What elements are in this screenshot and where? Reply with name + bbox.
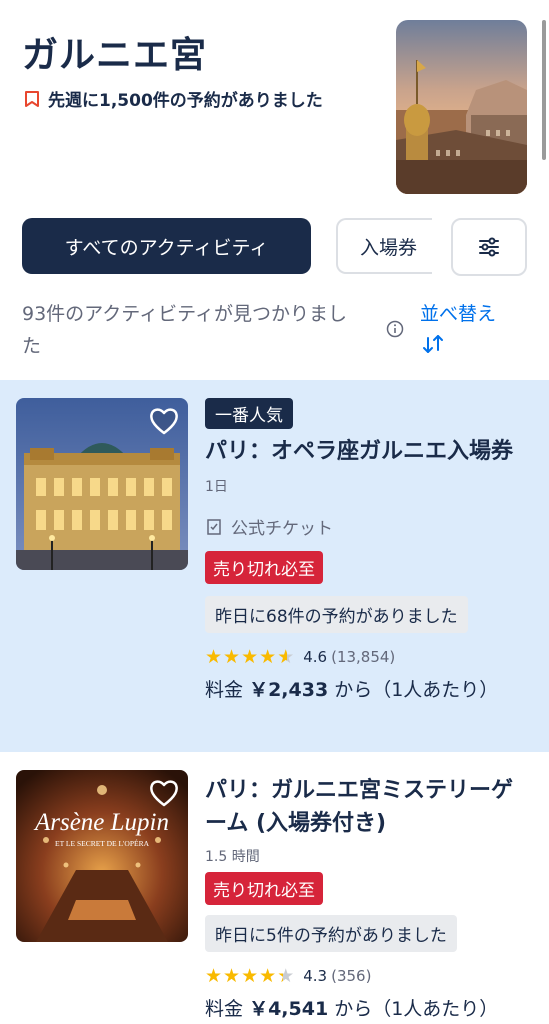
star-icon: ★ xyxy=(241,965,259,987)
star-rating: ★ ★ ★ ★ ★ xyxy=(205,647,295,667)
star-icon: ★ xyxy=(259,965,277,987)
star-icon: ★ xyxy=(205,965,223,987)
all-activities-chip[interactable]: すべてのアクティビティ xyxy=(22,218,311,274)
activity-title[interactable]: パリ：ガルニエ宮ミステリーゲーム (入場券付き) xyxy=(205,774,535,840)
price-suffix: から（1人あたり） xyxy=(334,998,499,1020)
activity-image[interactable]: Arsène Lupin ET LE SECRET DE L'OPÉRA xyxy=(16,770,188,942)
activity-title[interactable]: パリ：オペラ座ガルニエ入場券 xyxy=(205,435,535,468)
hero-image[interactable] xyxy=(396,20,527,194)
star-half-icon: ★ xyxy=(277,965,295,987)
rating: ★ ★ ★ ★ ★ 4.6 (13,854) xyxy=(205,647,535,667)
price: 料金 ￥4,541 から（1人あたり） xyxy=(205,994,535,1021)
activity-card[interactable]: Arsène Lupin ET LE SECRET DE L'OPÉRA パリ：… xyxy=(0,752,549,1024)
activity-duration: 1.5 時間 xyxy=(205,849,260,865)
official-ticket-icon xyxy=(207,518,221,535)
activity-details: 一番人気 パリ：オペラ座ガルニエ入場券 1日 公式チケット 売り切れ必至 昨日に… xyxy=(205,398,535,702)
star-icon: ★ xyxy=(223,646,241,668)
price: 料金 ￥2,433 から（1人あたり） xyxy=(205,675,535,702)
info-icon[interactable] xyxy=(386,320,404,338)
star-rating: ★ ★ ★ ★ ★ xyxy=(205,966,295,986)
heart-icon[interactable] xyxy=(148,406,180,436)
sort-button[interactable]: 並べ替え xyxy=(420,298,496,356)
page-title: ガルニエ宮 xyxy=(22,35,208,76)
sellout-badge: 売り切れ必至 xyxy=(205,872,323,905)
star-icon: ★ xyxy=(223,965,241,987)
activity-details: パリ：ガルニエ宮ミステリーゲーム (入場券付き) 1.5 時間 売り切れ必至 昨… xyxy=(205,774,535,1021)
price-suffix: から（1人あたり） xyxy=(334,679,499,701)
rating-value: 4.3 xyxy=(303,967,328,985)
filter-button[interactable] xyxy=(451,218,527,276)
star-icon: ★ xyxy=(205,646,223,668)
activity-duration: 1日 xyxy=(205,479,228,495)
heart-icon[interactable] xyxy=(148,778,180,808)
page-header: ガルニエ宮 先週に1,500件の予約がありました xyxy=(0,0,549,200)
star-icon: ★ xyxy=(259,646,277,668)
results-count: 93件のアクティビティが見つかりました xyxy=(22,303,347,357)
star-icon: ★ xyxy=(241,646,259,668)
star-half-icon: ★ xyxy=(277,646,295,668)
image-title-text: Arsène Lupin xyxy=(33,809,169,836)
sort-label: 並べ替え xyxy=(420,303,497,325)
rating: ★ ★ ★ ★ ★ 4.3 (356) xyxy=(205,966,535,986)
price-prefix: 料金 xyxy=(205,679,244,701)
activity-image[interactable] xyxy=(16,398,188,570)
top-seller-badge: 一番人気 xyxy=(205,398,293,429)
official-ticket-label: 公式チケット xyxy=(231,519,333,539)
booked-yesterday: 昨日に68件の予約がありました xyxy=(205,596,468,633)
review-count: (356) xyxy=(331,967,372,985)
weekly-bookings-text: 先週に1,500件の予約がありました xyxy=(48,91,323,111)
price-amount: ￥4,541 xyxy=(249,998,329,1020)
price-prefix: 料金 xyxy=(205,998,244,1020)
booked-yesterday: 昨日に5件の予約がありました xyxy=(205,915,457,952)
review-count: (13,854) xyxy=(331,648,396,666)
activity-card[interactable]: 一番人気 パリ：オペラ座ガルニエ入場券 1日 公式チケット 売り切れ必至 昨日に… xyxy=(0,380,549,752)
sort-arrows-icon xyxy=(423,335,443,353)
filter-bar: すべてのアクティビティ 入場券 xyxy=(0,218,549,276)
image-subtitle-text: ET LE SECRET DE L'OPÉRA xyxy=(55,838,150,848)
tickets-chip[interactable]: 入場券 xyxy=(336,218,432,274)
rating-value: 4.6 xyxy=(303,648,328,666)
official-ticket: 公式チケット xyxy=(205,514,535,539)
filter-sliders-icon xyxy=(479,237,499,257)
tag-icon xyxy=(25,90,39,107)
weekly-bookings: 先週に1,500件の予約がありました xyxy=(22,86,323,111)
sellout-badge: 売り切れ必至 xyxy=(205,551,323,584)
price-amount: ￥2,433 xyxy=(249,679,329,701)
